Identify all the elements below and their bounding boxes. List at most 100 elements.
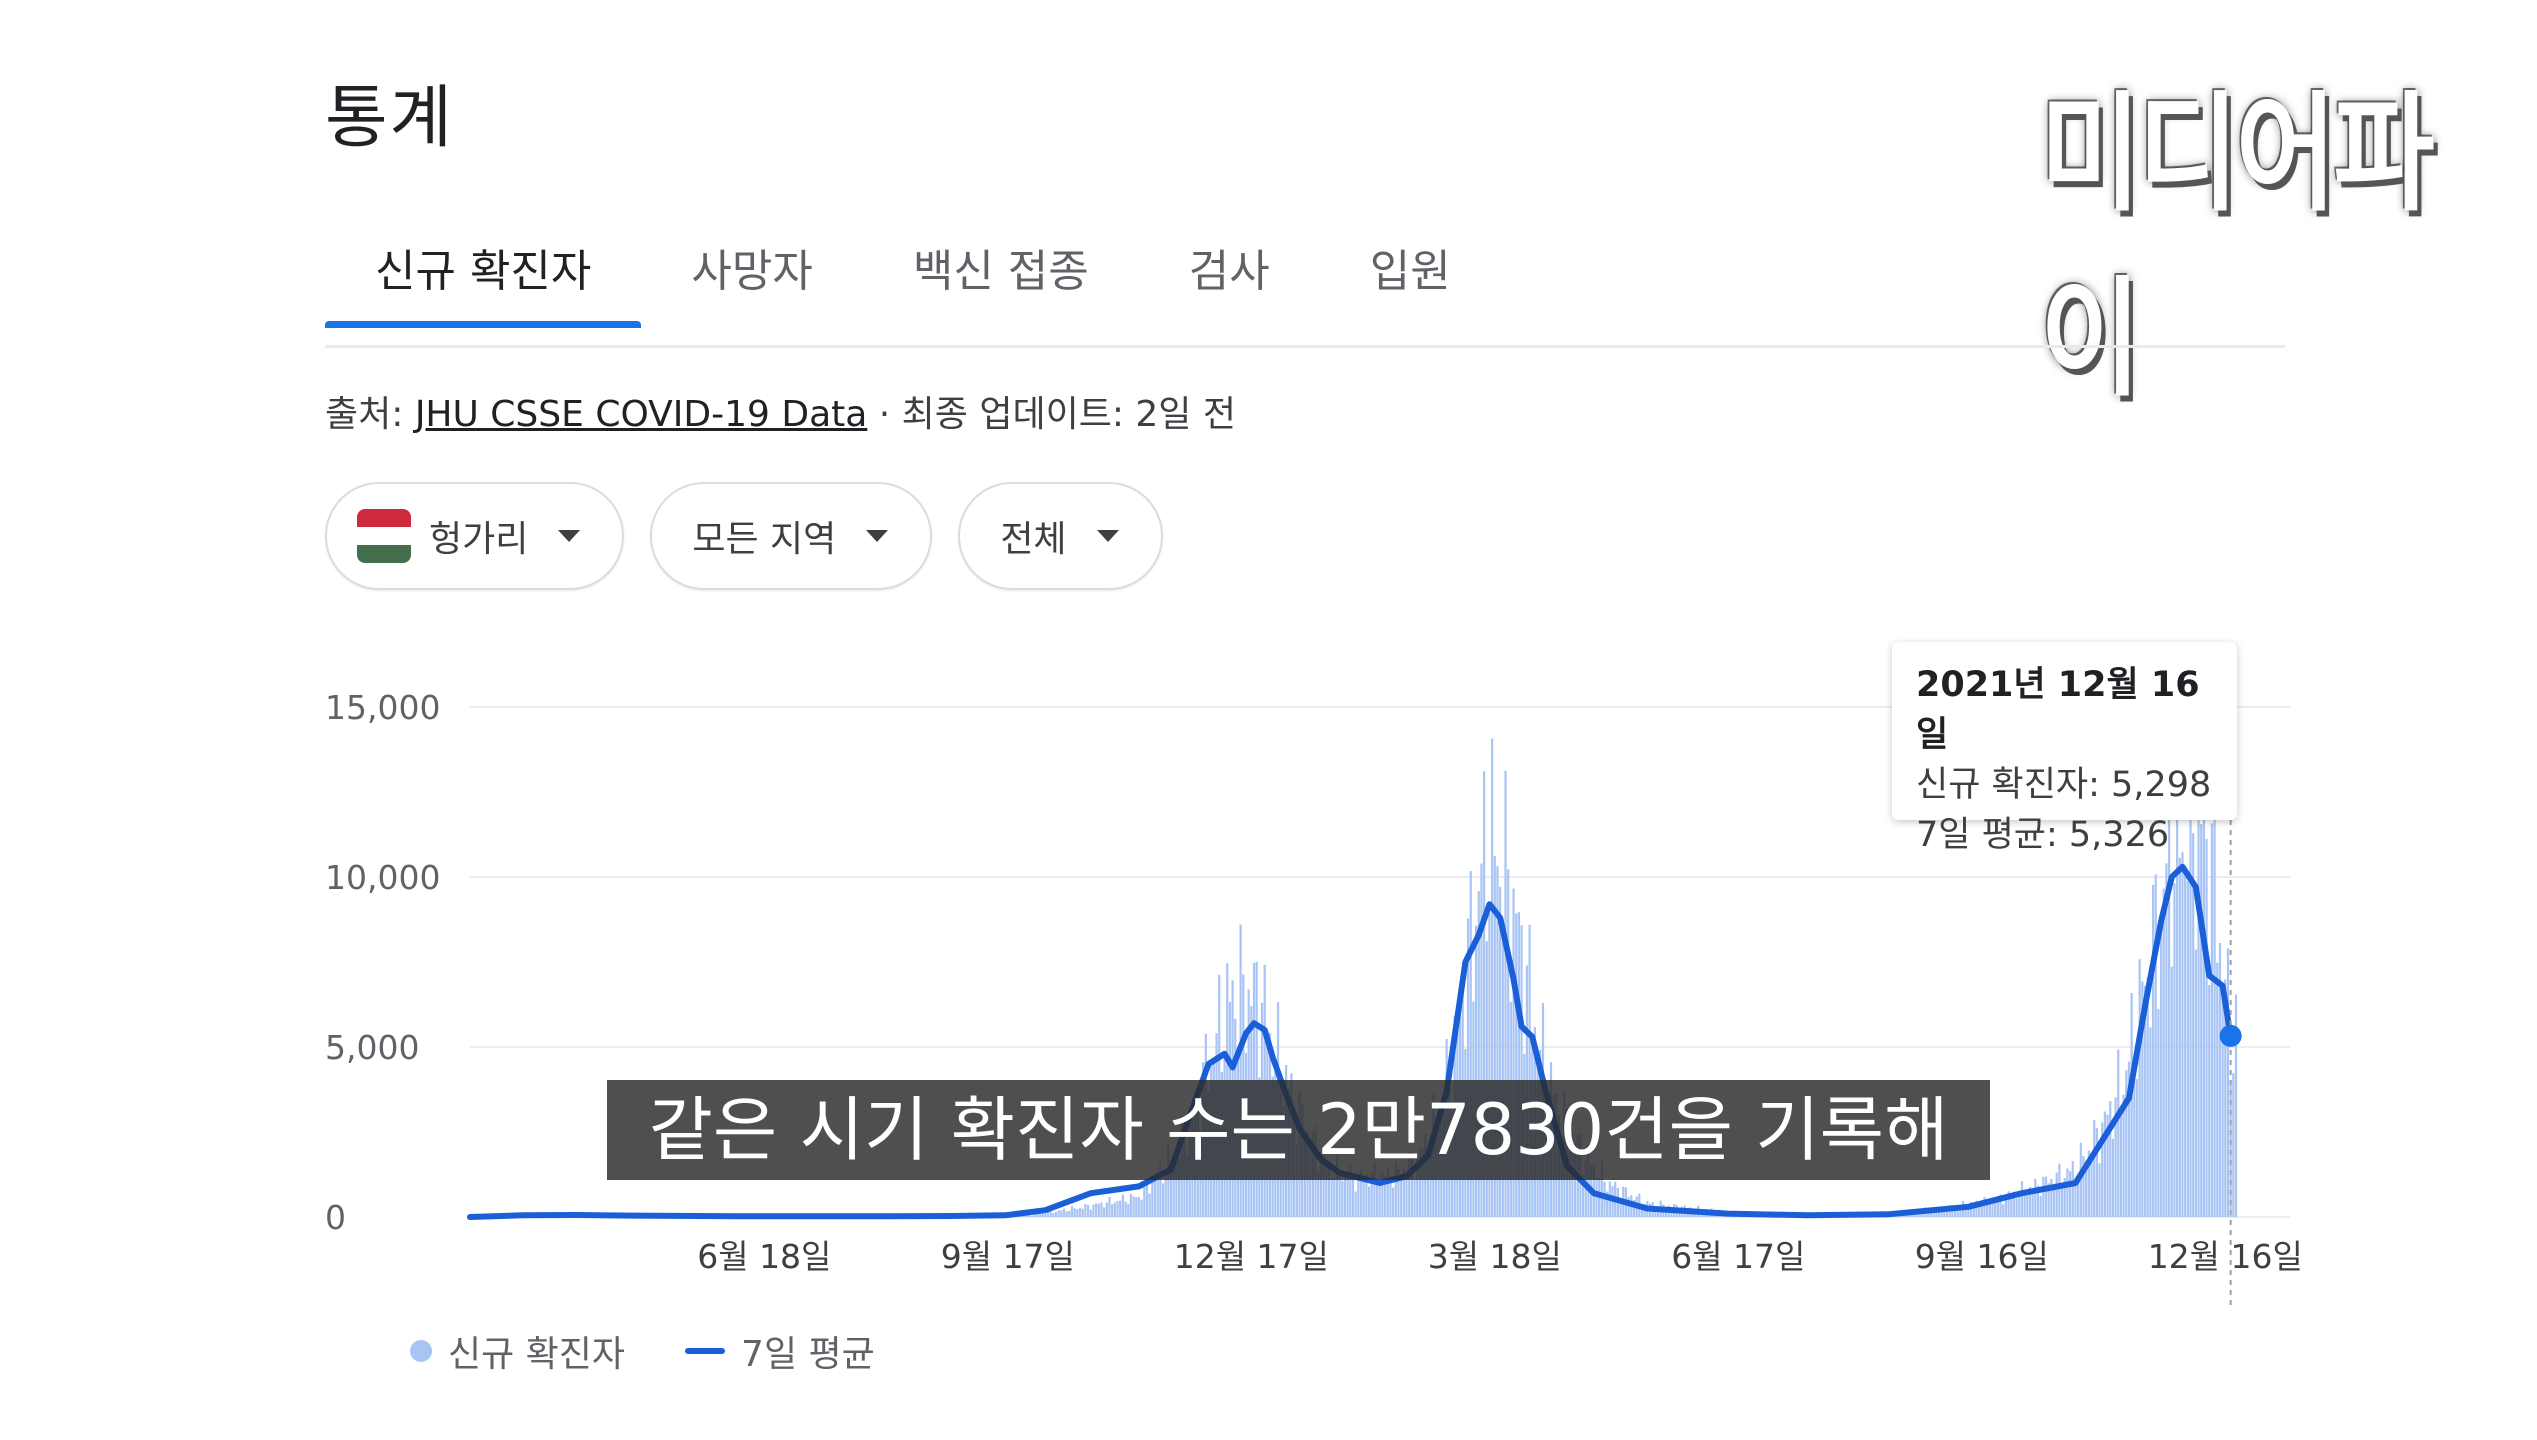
bar: [1095, 1203, 1098, 1217]
bar: [1375, 1185, 1379, 1217]
x-tick-label: 3월 18일: [1428, 1237, 1562, 1276]
bar: [1044, 1213, 1047, 1217]
bar: [2058, 1163, 2061, 1217]
bar: [1378, 1181, 1381, 1217]
bar: [1097, 1203, 1100, 1217]
bar: [2020, 1181, 2024, 1217]
x-tick-label: 9월 16일: [1915, 1237, 2049, 1276]
bar: [1367, 1186, 1371, 1217]
bar: [2066, 1168, 2069, 1217]
bar: [1333, 1177, 1336, 1217]
bar: [2186, 881, 2189, 1217]
bar: [1103, 1207, 1106, 1217]
bar: [2117, 1049, 2120, 1217]
bar: [1153, 1176, 1157, 1217]
bar: [1124, 1201, 1127, 1217]
bar: [2221, 982, 2224, 1217]
bar: [2071, 1161, 2074, 1217]
bar: [2213, 783, 2216, 1217]
bar: [2165, 863, 2168, 1217]
bar: [2023, 1192, 2026, 1217]
bar: [1943, 1211, 1946, 1217]
bar: [1116, 1200, 1119, 1217]
bar: [2162, 888, 2165, 1217]
bar: [1062, 1208, 1066, 1217]
bar: [2103, 1111, 2106, 1217]
bar: [2202, 814, 2205, 1217]
y-tick-label: 5,000: [325, 1028, 419, 1067]
bar: [2149, 1027, 2152, 1217]
bar: [2194, 949, 2197, 1217]
bar: [2184, 866, 2187, 1217]
bar: [2232, 1073, 2235, 1217]
bar: [2098, 1163, 2101, 1217]
y-tick-label: 15,000: [325, 688, 440, 727]
x-tick-label: 6월 17일: [1671, 1237, 1805, 1276]
bar: [2208, 984, 2211, 1217]
bar: [1389, 1182, 1392, 1217]
bar: [1127, 1204, 1130, 1217]
bar: [1073, 1208, 1076, 1217]
bar: [1108, 1197, 1111, 1217]
video-subtitle: 같은 시기 확진자 수는 2만7830건을 기록해: [607, 1080, 1990, 1180]
bar: [1068, 1210, 1071, 1217]
bar: [2111, 1138, 2115, 1217]
bar: [1135, 1197, 1138, 1217]
bar: [1057, 1210, 1060, 1217]
tooltip-new-cases: 신규 확진자: 5,298: [1916, 765, 2212, 805]
bar: [1081, 1208, 1084, 1217]
bar: [2034, 1178, 2037, 1217]
bar: [1994, 1202, 1997, 1217]
bar: [2060, 1186, 2064, 1217]
x-tick-label: 12월 17일: [1174, 1237, 1329, 1276]
bar: [1113, 1202, 1116, 1217]
bar: [1140, 1199, 1143, 1217]
bar: [2146, 977, 2149, 1217]
bar: [2173, 883, 2176, 1217]
bar: [1351, 1173, 1355, 1217]
chart-tooltip: 2021년 12월 16일 신규 확진자: 5,298 7일 평균: 5,326: [1892, 642, 2237, 855]
bar: [1392, 1187, 1395, 1217]
bar: [2095, 1128, 2098, 1217]
x-axis-ticks: 6월 18일 9월 17일 12월 17일 3월 18일 6월 17일 9월 16일 12월…: [697, 1237, 2303, 1276]
bar: [1111, 1204, 1114, 1217]
y-tick-label: 0: [325, 1198, 346, 1237]
bar: [1054, 1211, 1058, 1217]
bar: [2210, 823, 2214, 1217]
bar: [2018, 1194, 2021, 1217]
bar: [1052, 1213, 1055, 1217]
bar: [1143, 1183, 1146, 1217]
tooltip-average: 7일 평균: 5,326: [1916, 815, 2170, 855]
bar: [1105, 1202, 1108, 1217]
bar: [1413, 1179, 1416, 1217]
bar: [1078, 1207, 1082, 1217]
bar: [2039, 1196, 2042, 1217]
bar: [1041, 1213, 1044, 1217]
bar: [2138, 959, 2141, 1217]
bar: [1121, 1194, 1124, 1217]
bar: [2119, 1107, 2123, 1217]
bar: [1148, 1193, 1151, 1217]
bar: [2154, 874, 2157, 1217]
bar: [1980, 1206, 1983, 1217]
bar: [1060, 1210, 1063, 1217]
bar: [2226, 948, 2230, 1217]
bar: [2170, 966, 2173, 1217]
bar: [2205, 838, 2208, 1217]
x-tick-label: 6월 18일: [697, 1237, 831, 1276]
bar: [1046, 1211, 1050, 1217]
bar: [2159, 915, 2163, 1217]
bar: [2200, 824, 2203, 1217]
bar: [2069, 1171, 2072, 1217]
chart-legend: 신규 확진자 7일 평균: [410, 1325, 875, 1377]
bar: [1145, 1180, 1149, 1217]
bar: [1089, 1209, 1092, 1217]
bar: [1354, 1191, 1357, 1217]
bar: [1070, 1206, 1074, 1217]
bar: [1084, 1203, 1087, 1217]
bar: [2168, 799, 2171, 1217]
bar: [2151, 884, 2155, 1217]
bar: [2055, 1172, 2058, 1217]
bar: [1362, 1178, 1365, 1217]
bar: [1076, 1208, 1079, 1217]
